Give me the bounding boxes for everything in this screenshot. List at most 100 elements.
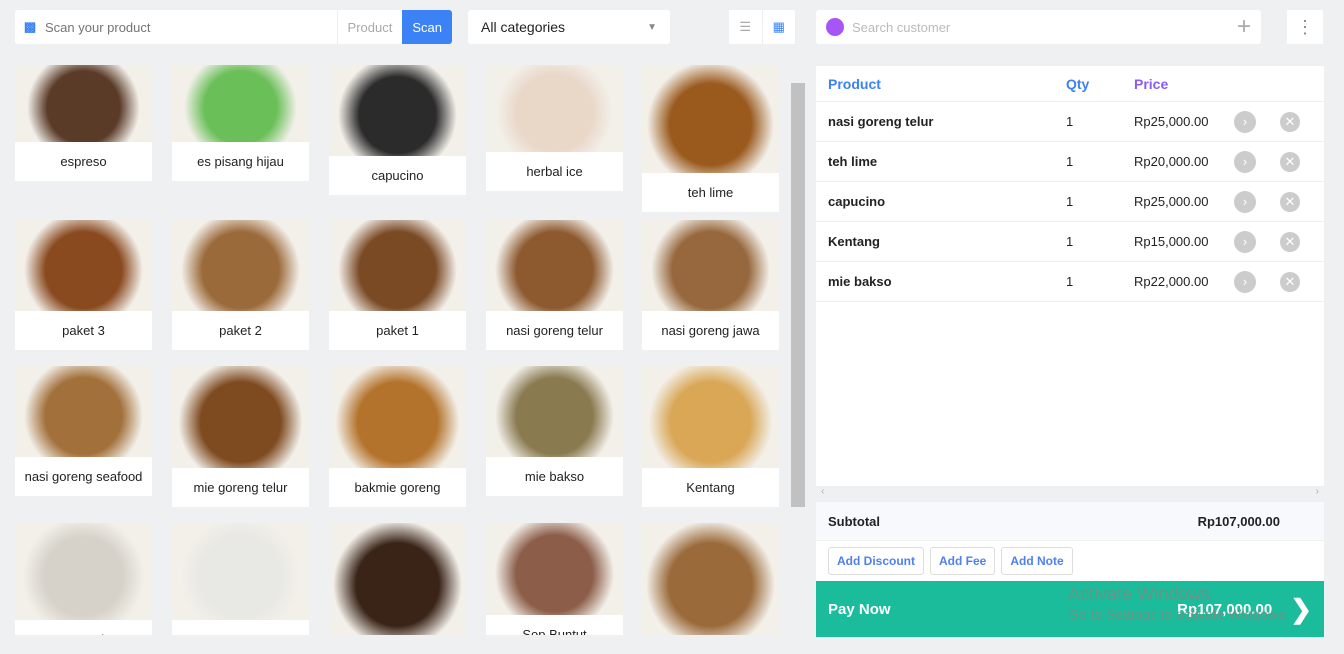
subtotal-label: Subtotal: [828, 513, 880, 529]
cart-row: capucino 1 Rp25,000.00 › ✕: [816, 182, 1324, 222]
product-image: [642, 220, 779, 311]
scan-input[interactable]: [45, 19, 337, 35]
product-card[interactable]: paket 3: [15, 220, 152, 350]
product-image: [172, 523, 309, 620]
product-name: es pisang hijau: [197, 154, 284, 169]
product-card[interactable]: bakmie goreng: [329, 366, 466, 507]
product-card[interactable]: nasi goreng telur: [486, 220, 623, 350]
product-image: [15, 220, 152, 311]
product-name: Kerupuk: [15, 620, 152, 635]
cart-hscrollbar[interactable]: ‹ ›: [816, 486, 1324, 500]
product-name: nasi goreng seafood: [24, 469, 143, 484]
product-name: mie bakso: [524, 469, 585, 484]
product-card[interactable]: mie goreng telur: [172, 366, 309, 507]
item-price: Rp25,000.00: [1134, 194, 1209, 209]
item-qty[interactable]: 1: [1066, 194, 1134, 209]
item-qty[interactable]: 1: [1066, 114, 1134, 129]
product-name: Sop Buntut: [522, 627, 587, 635]
product-card[interactable]: nasi goreng seafood: [15, 366, 152, 496]
product-name: teh lime: [687, 185, 734, 200]
item-name: mie bakso: [828, 274, 892, 289]
product-image: [15, 523, 152, 620]
item-qty[interactable]: 1: [1066, 234, 1134, 249]
product-card[interactable]: Kentang: [642, 366, 779, 507]
list-icon: ☰: [739, 19, 752, 34]
product-card[interactable]: paket 1: [329, 220, 466, 350]
product-name: espreso: [60, 154, 107, 169]
add-discount-button[interactable]: Add Discount: [828, 547, 924, 575]
expand-item-button[interactable]: ›: [1234, 270, 1256, 293]
grid-view-button[interactable]: ▦: [763, 10, 796, 44]
grid-icon: ▦: [772, 19, 785, 34]
customer-search[interactable]: Search customer +: [816, 10, 1261, 44]
product-image: [642, 65, 779, 173]
product-name: Kentang: [686, 480, 735, 495]
item-qty[interactable]: 1: [1066, 154, 1134, 169]
product-name: paket 3: [62, 323, 105, 338]
expand-item-button[interactable]: ›: [1234, 110, 1256, 133]
cart-row: mie bakso 1 Rp22,000.00 › ✕: [816, 262, 1324, 302]
list-view-button[interactable]: ☰: [729, 10, 763, 44]
item-price: Rp15,000.00: [1134, 234, 1209, 249]
expand-item-button[interactable]: ›: [1234, 230, 1256, 253]
product-image: [15, 366, 152, 457]
cart-row: nasi goreng telur 1 Rp25,000.00 › ✕: [816, 102, 1324, 142]
chevron-right-icon: ❯: [1290, 593, 1312, 624]
add-customer-button[interactable]: +: [1237, 13, 1251, 41]
product-card[interactable]: espreso: [15, 65, 152, 181]
user-icon: [826, 18, 844, 36]
product-image: [172, 366, 309, 468]
product-card[interactable]: capucino: [329, 65, 466, 195]
kebab-icon: ⋮: [1296, 16, 1314, 37]
expand-item-button[interactable]: ›: [1234, 150, 1256, 173]
watermark-title: Activate Windows: [1068, 584, 1211, 604]
remove-item-button[interactable]: ✕: [1280, 151, 1300, 172]
product-name: paket 2: [219, 323, 262, 338]
product-card[interactable]: [642, 523, 779, 635]
add-fee-button[interactable]: Add Fee: [930, 547, 996, 575]
add-note-button[interactable]: Add Note: [1001, 547, 1073, 575]
product-card[interactable]: Kerupuk: [15, 523, 152, 635]
product-name: herbal ice: [526, 164, 583, 179]
product-name: mie goreng telur: [193, 480, 288, 495]
remove-item-button[interactable]: ✕: [1280, 111, 1300, 132]
product-image: [172, 220, 309, 311]
product-card[interactable]: es pisang hijau: [172, 65, 309, 181]
pay-label: Pay Now: [828, 600, 891, 618]
product-mode-toggle[interactable]: Product: [336, 10, 403, 44]
product-card[interactable]: mie bakso: [486, 366, 623, 496]
product-image: [642, 366, 779, 468]
product-card[interactable]: Sop Buntut: [486, 523, 623, 635]
product-scrollbar[interactable]: [790, 65, 806, 635]
remove-item-button[interactable]: ✕: [1280, 231, 1300, 252]
cart-row: Kentang 1 Rp15,000.00 › ✕: [816, 222, 1324, 262]
product-card[interactable]: herbal ice: [486, 65, 623, 191]
product-image: [15, 65, 152, 142]
product-card[interactable]: paket 2: [172, 220, 309, 350]
product-image: [329, 65, 466, 156]
category-select[interactable]: All categories ▼: [468, 10, 670, 44]
more-menu-button[interactable]: ⋮: [1287, 10, 1323, 44]
expand-item-button[interactable]: ›: [1234, 190, 1256, 213]
cart-header: Product Qty Price: [816, 66, 1324, 102]
product-image: [329, 523, 466, 635]
scan-bar: ▩ Product Scan: [15, 10, 452, 44]
item-name: Kentang: [828, 234, 880, 249]
product-image: [486, 65, 623, 152]
col-product: Product: [828, 75, 881, 92]
col-price: Price: [1134, 75, 1169, 92]
remove-item-button[interactable]: ✕: [1280, 271, 1300, 292]
item-qty[interactable]: 1: [1066, 274, 1134, 289]
windows-watermark: Activate Windows Go to Settings to activa…: [1068, 584, 1289, 624]
scan-button[interactable]: Scan: [402, 10, 452, 44]
product-name: [172, 620, 309, 635]
product-card[interactable]: [329, 523, 466, 635]
barcode-icon: ▩: [23, 19, 37, 34]
product-card[interactable]: nasi goreng jawa: [642, 220, 779, 350]
cart-table: Product Qty Price nasi goreng telur 1 Rp25…: [816, 66, 1324, 486]
remove-item-button[interactable]: ✕: [1280, 191, 1300, 212]
product-image: [486, 366, 623, 457]
product-card[interactable]: [172, 523, 309, 635]
product-name: bakmie goreng: [354, 480, 441, 495]
product-card[interactable]: teh lime: [642, 65, 779, 212]
